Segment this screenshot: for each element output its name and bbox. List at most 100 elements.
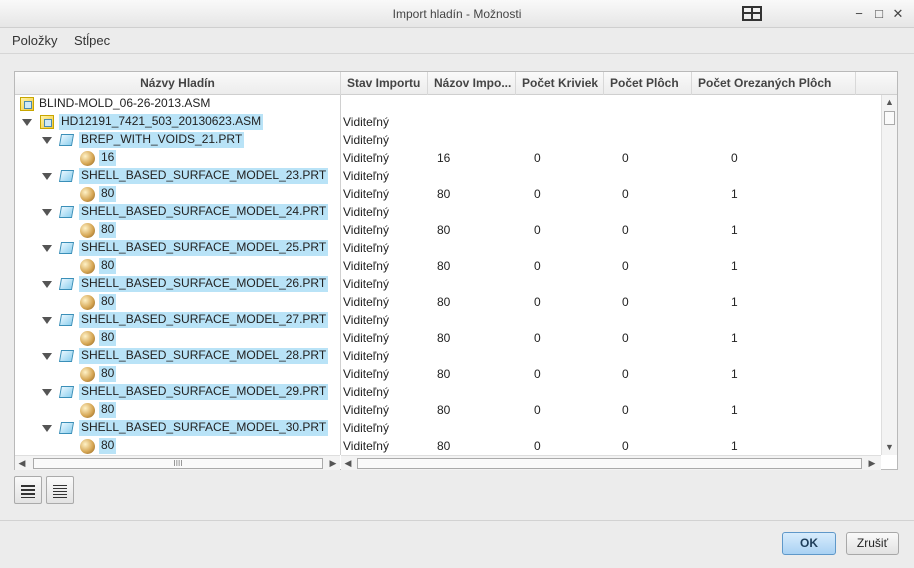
- col-curve-count[interactable]: Počet Kriviek: [516, 72, 604, 95]
- expand-toggle-icon[interactable]: [42, 137, 52, 144]
- col-import-status[interactable]: Stav Importu: [341, 72, 428, 95]
- expand-toggle-icon[interactable]: [42, 281, 52, 288]
- import-status-cell: Viditeľný: [343, 349, 389, 363]
- table-row[interactable]: SHELL_BASED_SURFACE_MODEL_27.PRT Viditeľn…: [15, 311, 881, 329]
- layer-name[interactable]: 80: [99, 366, 117, 382]
- layer-name[interactable]: 80: [99, 222, 117, 238]
- vertical-scroll-thumb[interactable]: [884, 111, 895, 125]
- trimmed-surface-count-cell: 1: [731, 259, 738, 273]
- part-icon: [58, 278, 75, 290]
- left-horizontal-scrollbar[interactable]: ◀ IIII ▶: [15, 455, 340, 470]
- close-button[interactable]: ✕: [889, 5, 907, 23]
- layer-name[interactable]: 80: [99, 294, 117, 310]
- expand-toggle-icon[interactable]: [42, 353, 52, 360]
- import-name-cell: 80: [437, 403, 451, 417]
- trimmed-surface-count-cell: 1: [731, 295, 738, 309]
- import-status-cell: Viditeľný: [343, 205, 389, 219]
- surface-count-cell: 0: [622, 403, 629, 417]
- layer-name[interactable]: SHELL_BASED_SURFACE_MODEL_27.PRT: [79, 312, 329, 328]
- assembly-icon: [40, 115, 54, 129]
- curve-count-cell: 0: [534, 151, 541, 165]
- import-status-cell: Viditeľný: [343, 223, 389, 237]
- layer-name[interactable]: SHELL_BASED_SURFACE_MODEL_26.PRT: [79, 276, 329, 292]
- expand-toggle-icon[interactable]: [22, 119, 32, 126]
- layer-sphere-icon: [80, 259, 95, 274]
- import-name-cell: 80: [437, 367, 451, 381]
- layer-name[interactable]: SHELL_BASED_SURFACE_MODEL_28.PRT: [79, 348, 329, 364]
- cancel-button[interactable]: Zrušiť: [846, 532, 899, 555]
- ok-button[interactable]: OK: [782, 532, 836, 555]
- layer-name[interactable]: 80: [99, 330, 117, 346]
- expand-toggle-icon[interactable]: [42, 209, 52, 216]
- scroll-left-arrow-2[interactable]: ◀: [341, 456, 355, 470]
- layer-name[interactable]: 80: [99, 258, 117, 274]
- layer-name[interactable]: HD12191_7421_503_20130623.ASM: [59, 114, 264, 130]
- table-row[interactable]: SHELL_BASED_SURFACE_MODEL_30.PRT Viditeľn…: [15, 419, 881, 437]
- table-row[interactable]: 16 Viditeľný 16 0 0 0: [15, 149, 881, 167]
- compact-view-button[interactable]: [14, 476, 42, 504]
- table-row[interactable]: SHELL_BASED_SURFACE_MODEL_29.PRT Viditeľn…: [15, 383, 881, 401]
- table-row[interactable]: SHELL_BASED_SURFACE_MODEL_23.PRT Viditeľn…: [15, 167, 881, 185]
- expand-toggle-icon[interactable]: [42, 317, 52, 324]
- table-row[interactable]: BLIND-MOLD_06-26-2013.ASM: [15, 95, 881, 113]
- maximize-button[interactable]: □: [870, 5, 888, 23]
- layer-name[interactable]: SHELL_BASED_SURFACE_MODEL_29.PRT: [79, 384, 329, 400]
- col-import-name[interactable]: Názov Impo...: [428, 72, 516, 95]
- table-row[interactable]: 80 Viditeľný 80 0 0 1: [15, 365, 881, 383]
- table-row[interactable]: SHELL_BASED_SURFACE_MODEL_28.PRT Viditeľn…: [15, 347, 881, 365]
- trimmed-surface-count-cell: 0: [731, 151, 738, 165]
- layer-name[interactable]: 16: [99, 150, 117, 166]
- surface-count-cell: 0: [622, 439, 629, 453]
- col-trimmed-surface-count[interactable]: Počet Orezaných Plôch: [692, 72, 856, 95]
- expand-toggle-icon[interactable]: [42, 173, 52, 180]
- scroll-right-arrow[interactable]: ▶: [326, 456, 340, 470]
- layer-sphere-icon: [80, 439, 95, 454]
- table-row[interactable]: SHELL_BASED_SURFACE_MODEL_25.PRT Viditeľn…: [15, 239, 881, 257]
- table-row[interactable]: 80 Viditeľný 80 0 0 1: [15, 257, 881, 275]
- layer-name[interactable]: SHELL_BASED_SURFACE_MODEL_30.PRT: [79, 420, 329, 436]
- table-row[interactable]: 80 Viditeľný 80 0 0 1: [15, 437, 881, 455]
- layer-name[interactable]: BLIND-MOLD_06-26-2013.ASM: [39, 96, 210, 112]
- import-name-cell: 80: [437, 439, 451, 453]
- scroll-right-arrow-2[interactable]: ▶: [865, 456, 879, 470]
- right-horizontal-scrollbar[interactable]: ◀ ▶: [341, 455, 881, 470]
- col-surface-count[interactable]: Počet Plôch: [604, 72, 692, 95]
- table-row[interactable]: BREP_WITH_VOIDS_21.PRT Viditeľný: [15, 131, 881, 149]
- expand-toggle-icon[interactable]: [42, 425, 52, 432]
- layer-name[interactable]: 80: [99, 402, 117, 418]
- expand-toggle-icon[interactable]: [42, 245, 52, 252]
- layer-name[interactable]: 80: [99, 186, 117, 202]
- import-status-cell: Viditeľný: [343, 385, 389, 399]
- table-row[interactable]: 80 Viditeľný 80 0 0 1: [15, 185, 881, 203]
- table-row[interactable]: 80 Viditeľný 80 0 0 1: [15, 329, 881, 347]
- layer-name[interactable]: SHELL_BASED_SURFACE_MODEL_23.PRT: [79, 168, 329, 184]
- col-layer-names[interactable]: Názvy Hladín: [15, 72, 341, 95]
- scroll-up-arrow[interactable]: ▲: [882, 95, 897, 109]
- layer-name[interactable]: 80: [99, 438, 117, 454]
- table-row[interactable]: HD12191_7421_503_20130623.ASM Viditeľný: [15, 113, 881, 131]
- table-row[interactable]: 80 Viditeľný 80 0 0 1: [15, 293, 881, 311]
- curve-count-cell: 0: [534, 187, 541, 201]
- left-horizontal-scroll-thumb[interactable]: IIII: [33, 458, 323, 469]
- table-header: Názvy Hladín Stav Importu Názov Impo... …: [15, 72, 897, 95]
- layer-name[interactable]: SHELL_BASED_SURFACE_MODEL_24.PRT: [79, 204, 329, 220]
- surface-count-cell: 0: [622, 223, 629, 237]
- table-row[interactable]: SHELL_BASED_SURFACE_MODEL_24.PRT Viditeľn…: [15, 203, 881, 221]
- vertical-scrollbar[interactable]: ▲ ▼: [881, 95, 897, 455]
- table-row[interactable]: 80 Viditeľný 80 0 0 1: [15, 221, 881, 239]
- layer-name[interactable]: BREP_WITH_VOIDS_21.PRT: [79, 132, 245, 148]
- menu-column[interactable]: Stĺpec: [74, 33, 110, 48]
- part-icon: [58, 134, 75, 146]
- right-horizontal-scroll-thumb[interactable]: [357, 458, 862, 469]
- minimize-button[interactable]: −: [850, 5, 868, 23]
- scroll-left-arrow[interactable]: ◀: [15, 456, 29, 470]
- detail-view-button[interactable]: [46, 476, 74, 504]
- scroll-down-arrow[interactable]: ▼: [882, 440, 897, 454]
- import-status-cell: Viditeľný: [343, 133, 389, 147]
- table-row[interactable]: 80 Viditeľný 80 0 0 1: [15, 401, 881, 419]
- menu-items[interactable]: Položky: [12, 33, 58, 48]
- table-row[interactable]: SHELL_BASED_SURFACE_MODEL_26.PRT Viditeľn…: [15, 275, 881, 293]
- layer-name[interactable]: SHELL_BASED_SURFACE_MODEL_25.PRT: [79, 240, 329, 256]
- layout-toggle-icon[interactable]: [742, 6, 762, 21]
- expand-toggle-icon[interactable]: [42, 389, 52, 396]
